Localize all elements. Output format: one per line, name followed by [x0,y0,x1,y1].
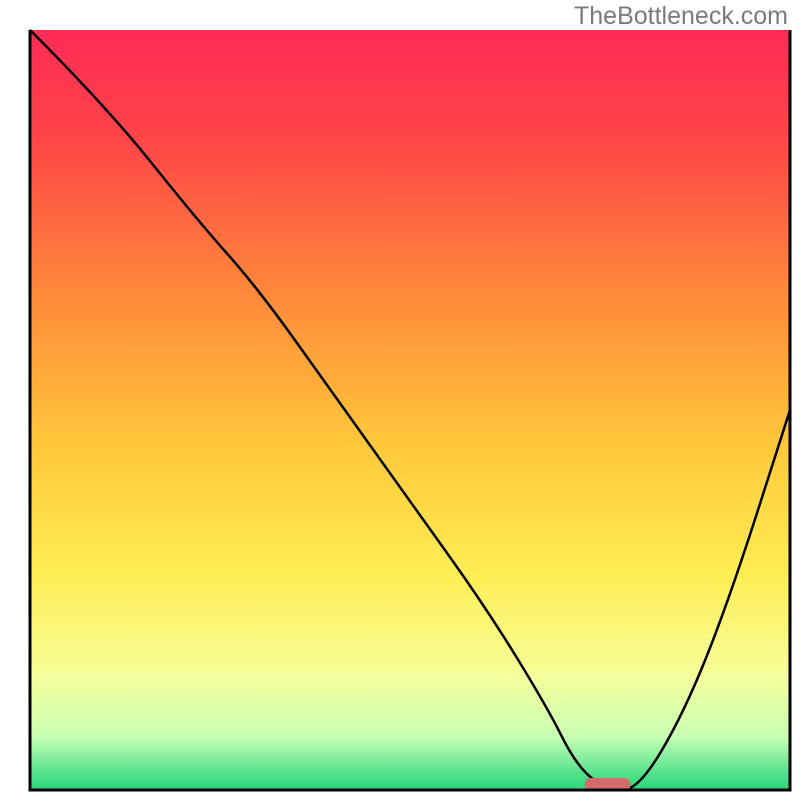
bottleneck-chart: TheBottleneck.com [0,0,800,800]
chart-svg [0,0,800,800]
chart-background [30,30,790,790]
watermark-text: TheBottleneck.com [574,2,788,31]
